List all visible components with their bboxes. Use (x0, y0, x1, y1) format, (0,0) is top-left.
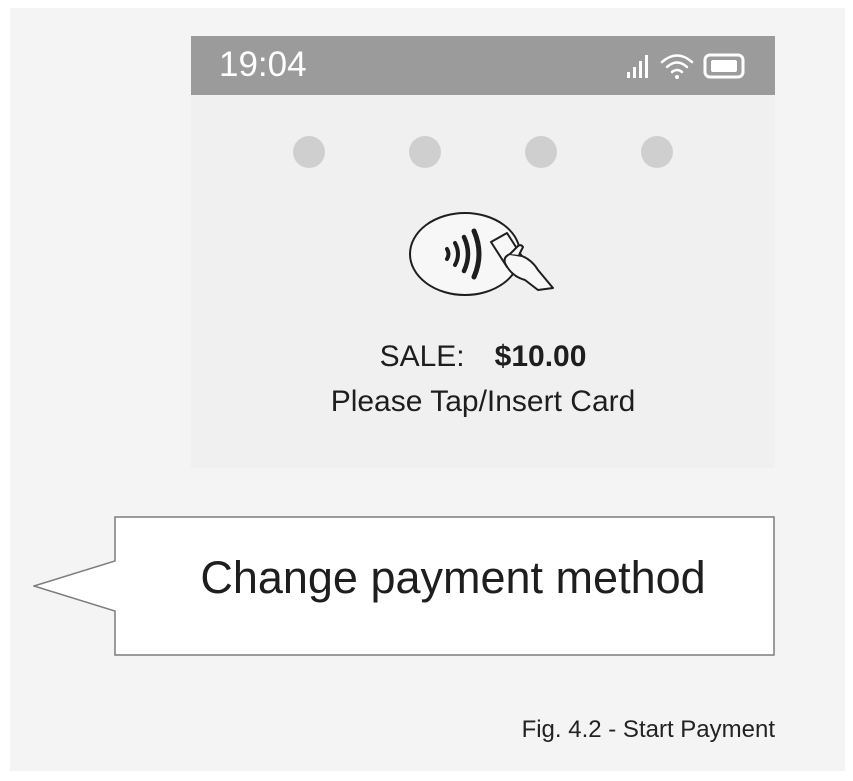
pin-dot (409, 136, 441, 168)
signal-icon (627, 55, 648, 78)
status-bar: 19:04 (191, 36, 775, 95)
card-prompt: Please Tap/Insert Card (330, 385, 636, 418)
pin-dot (293, 136, 325, 168)
wifi-icon (660, 54, 694, 79)
pin-dot (525, 136, 557, 168)
status-time: 19:04 (219, 45, 307, 84)
contactless-card-icon (409, 212, 554, 296)
sale-label: SALE: (379, 340, 465, 373)
terminal-screen: 19:04 SALE: $10.00 Please Tap/Insert Car… (191, 36, 775, 468)
change-payment-method-label: Change payment method (200, 552, 706, 603)
pin-dot (641, 136, 673, 168)
sale-line: SALE: $10.00 (191, 338, 775, 376)
battery-icon (703, 53, 745, 79)
pin-indicator (191, 136, 775, 170)
figure-caption: Fig. 4.2 - Start Payment (521, 716, 775, 743)
status-icons (627, 53, 745, 79)
sale-amount: $10.00 (494, 340, 587, 373)
